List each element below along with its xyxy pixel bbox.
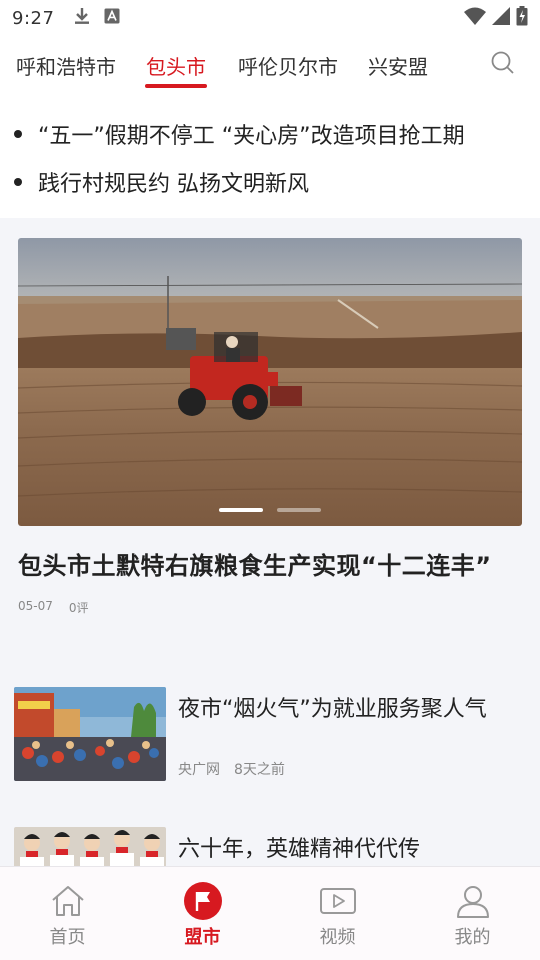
nav-home[interactable]: 首页 <box>0 867 135 960</box>
headline-text: 践行村规民约 弘扬文明新风 <box>38 172 309 197</box>
search-button[interactable] <box>488 50 518 80</box>
headline-item[interactable]: “五一”假期不停工 “夹心房”改造项目抢工期 <box>0 110 540 158</box>
signal-icon <box>492 7 510 29</box>
headline-list: “五一”假期不停工 “夹心房”改造项目抢工期 践行村规民约 弘扬文明新风 <box>0 94 540 218</box>
news-meta: 央广网 8天之前 <box>178 759 487 781</box>
city-tabs: 呼和浩特市 包头市 呼伦贝尔市 兴安盟 <box>0 36 540 94</box>
search-icon <box>490 50 516 80</box>
tab-xingan[interactable]: 兴安盟 <box>368 36 428 94</box>
carousel-indicator <box>18 508 522 512</box>
tab-hohhot[interactable]: 呼和浩特市 <box>16 36 116 94</box>
carousel-dot-active <box>219 508 263 512</box>
nav-video[interactable]: 视频 <box>270 867 405 960</box>
featured-image-tractor-field[interactable] <box>18 238 522 526</box>
nav-label: 盟市 <box>184 927 221 948</box>
carousel-dot <box>277 508 321 512</box>
battery-icon <box>516 6 528 30</box>
news-title: 夜市“烟火气”为就业服务聚人气 <box>178 697 487 722</box>
tab-label: 包头市 <box>146 54 206 79</box>
news-thumbnail-night-market[interactable] <box>14 687 166 781</box>
bullet-icon <box>14 178 22 186</box>
tab-label: 兴安盟 <box>368 54 428 79</box>
featured-date: 05-07 <box>18 599 53 613</box>
news-source: 央广网 <box>178 762 220 778</box>
home-icon <box>48 881 88 921</box>
news-body: 夜市“烟火气”为就业服务聚人气 央广网 8天之前 <box>178 687 487 781</box>
news-time: 8天之前 <box>234 762 285 778</box>
user-icon <box>453 881 493 921</box>
tab-hulunbuir[interactable]: 呼伦贝尔市 <box>238 36 338 94</box>
headline-item[interactable]: 践行村规民约 弘扬文明新风 <box>0 158 540 206</box>
status-time: 9:27 <box>12 7 55 29</box>
bottom-navigation: 首页 盟市 视频 我的 <box>0 866 540 960</box>
wifi-icon <box>464 7 486 29</box>
nav-label: 我的 <box>454 927 491 948</box>
nav-cities[interactable]: 盟市 <box>135 867 270 960</box>
featured-meta: 05-07 0评 <box>18 599 522 616</box>
featured-comment-count: 0评 <box>68 601 89 615</box>
nav-label: 首页 <box>49 927 86 948</box>
tab-baotou[interactable]: 包头市 <box>145 36 207 94</box>
news-title: 六十年，英雄精神代代传 <box>178 837 421 862</box>
nav-profile[interactable]: 我的 <box>405 867 540 960</box>
tab-label: 呼伦贝尔市 <box>238 54 338 79</box>
active-tab-indicator <box>145 84 207 88</box>
font-icon <box>104 8 120 28</box>
featured-article[interactable]: 包头市土默特右旗粮食生产实现“十二连丰” 05-07 0评 <box>18 238 522 616</box>
download-icon <box>74 7 90 29</box>
headline-text: “五一”假期不停工 “夹心房”改造项目抢工期 <box>38 124 465 149</box>
tab-label: 呼和浩特市 <box>16 54 116 79</box>
video-icon <box>318 881 358 921</box>
nav-label: 视频 <box>319 927 356 948</box>
status-bar: 9:27 <box>0 0 540 36</box>
bullet-icon <box>14 130 22 138</box>
news-list-item[interactable]: 夜市“烟火气”为就业服务聚人气 央广网 8天之前 <box>14 687 526 781</box>
featured-title[interactable]: 包头市土默特右旗粮食生产实现“十二连丰” <box>18 546 522 581</box>
flag-icon <box>183 881 223 921</box>
